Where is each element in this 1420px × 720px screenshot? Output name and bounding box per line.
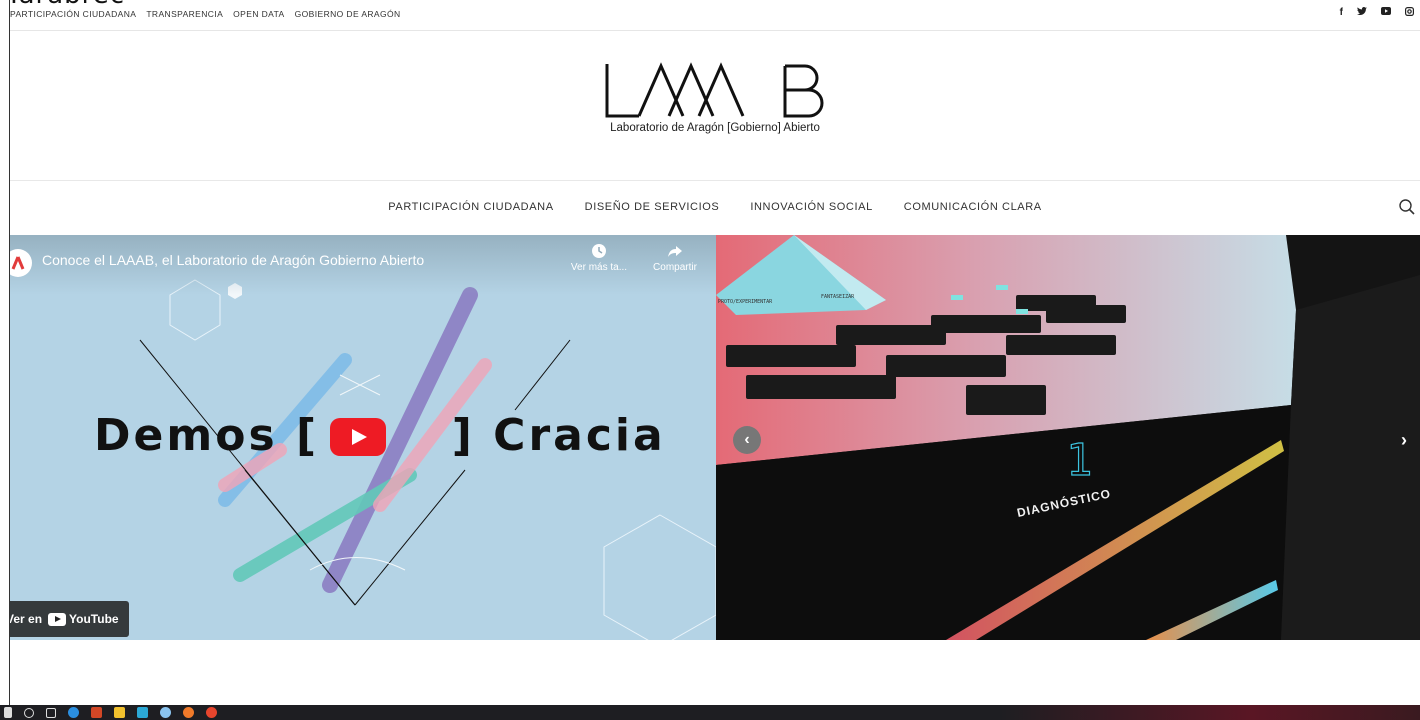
video-title[interactable]: Conoce el LAAAB, el Laboratorio de Aragó… [42,252,424,268]
slider-prev-button[interactable]: ‹ [733,426,761,454]
chrome-icon[interactable] [206,707,217,718]
image-slider: PROTO/EXPERIMENTAR FANTASEIZAR 1 DIAGNÓS… [716,235,1420,640]
watch-on-youtube-button[interactable]: Ver en YouTube [10,601,129,637]
watch-later-button[interactable]: Ver más ta... [564,243,634,273]
youtube-icon[interactable] [1381,7,1391,19]
search-icon[interactable] [1398,198,1416,216]
file-icon[interactable] [114,707,125,718]
powerpoint-icon[interactable] [91,707,102,718]
os-taskbar [0,705,1420,720]
taskbar-wallpaper-glow [1000,705,1420,720]
twitter-icon[interactable] [1357,7,1367,19]
toplink-open-data[interactable]: OPEN DATA [233,9,284,19]
top-links: PARTICIPACIÓN CIUDADANA TRANSPARENCIA OP… [10,9,401,19]
toplink-transparencia[interactable]: TRANSPARENCIA [146,9,223,19]
site-logo[interactable]: Laboratorio de Aragón [Gobierno] Abierto [599,60,831,134]
toplink-participacion[interactable]: PARTICIPACIÓN CIUDADANA [10,9,136,19]
pyramid-label-2: FANTASEIZAR [821,294,855,300]
headline-left: Demos [ [94,410,320,461]
slider-next-button[interactable]: › [1394,426,1414,454]
task-view-icon[interactable] [46,707,56,718]
nav-item-innovacion-social[interactable]: INNOVACIÓN SOCIAL [750,201,872,213]
file-explorer-icon[interactable] [137,707,148,718]
facebook-icon[interactable]: f [1340,7,1343,19]
start-icon[interactable] [4,707,12,718]
watch-later-label: Ver más ta... [570,262,628,273]
youtube-video-embed[interactable]: Conoce el LAAAB, el Laboratorio de Aragó… [10,235,716,640]
headline-right: ] Cracia [451,410,666,461]
logo-tagline: Laboratorio de Aragón [Gobierno] Abierto [610,122,820,134]
youtube-wordmark: YouTube [69,612,119,626]
pyramid-label-1: PROTO/EXPERIMENTAR [718,299,773,305]
nav-item-diseno-servicios[interactable]: DISEÑO DE SERVICIOS [585,201,720,213]
box-number: 1 [1066,435,1093,486]
share-button[interactable]: Compartir [640,243,710,273]
slide-image-diagnostico: PROTO/EXPERIMENTAR FANTASEIZAR 1 DIAGNÓS… [716,235,1420,640]
channel-logo-icon [11,256,25,270]
nav-item-participacion[interactable]: PARTICIPACIÓN CIUDADANA [388,201,553,213]
instagram-icon[interactable] [1405,7,1415,19]
watch-on-label: Ver en [10,612,43,626]
edge-icon[interactable] [68,707,79,718]
search-taskbar-icon[interactable] [24,707,34,718]
laaab-logo-icon [605,62,824,118]
main-nav: PARTICIPACIÓN CIUDADANA DISEÑO DE SERVIC… [10,181,1420,235]
paint-icon[interactable] [160,707,171,718]
toplink-gobierno-aragon[interactable]: GOBIERNO DE ARAGÓN [295,9,401,19]
clock-icon [592,244,606,258]
nav-item-comunicacion-clara[interactable]: COMUNICACIÓN CLARA [904,201,1042,213]
social-links: f [1340,7,1415,19]
top-bar: PARTICIPACIÓN CIUDADANA TRANSPARENCIA OP… [10,0,1420,31]
share-label: Compartir [653,262,697,273]
share-icon [668,246,682,257]
play-button[interactable] [330,418,386,456]
firefox-icon[interactable] [183,707,194,718]
site-header: Laboratorio de Aragón [Gobierno] Abierto [10,30,1420,181]
youtube-play-icon [48,612,67,626]
youtube-logo: YouTube [48,612,119,626]
